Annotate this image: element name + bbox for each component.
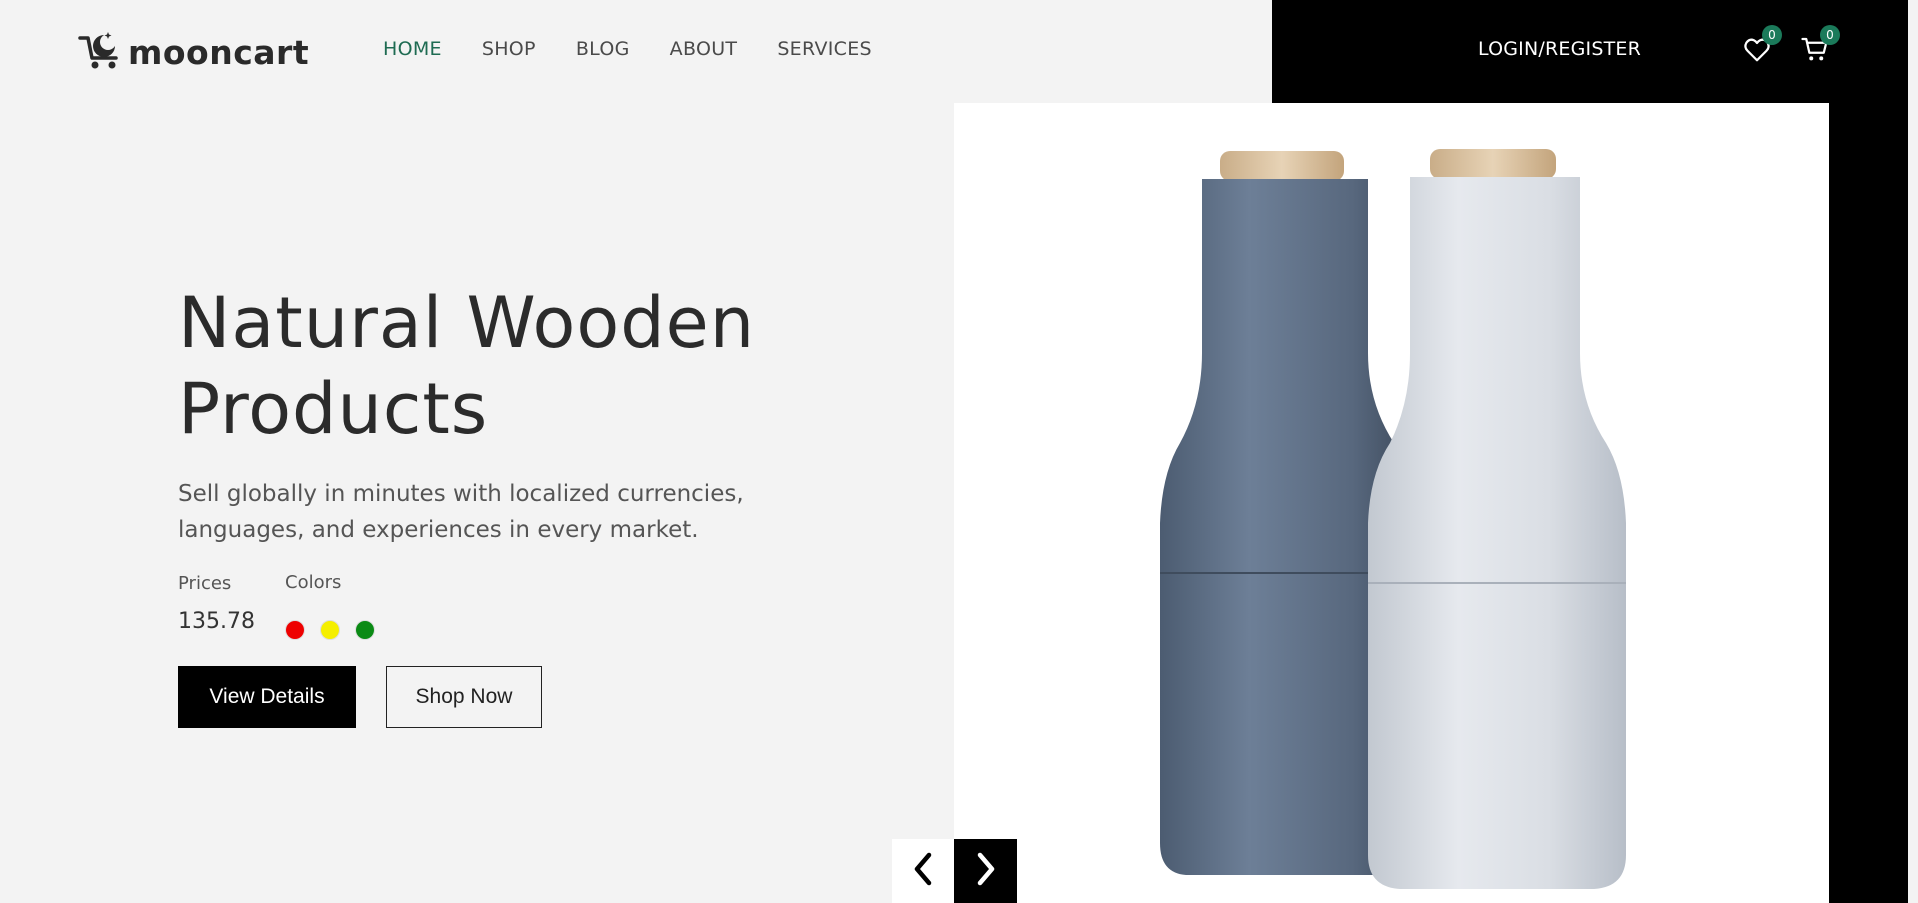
color-swatch-green[interactable] (355, 620, 375, 640)
colors-label: Colors (285, 572, 342, 593)
cart-count-badge: 0 (1820, 25, 1840, 45)
pepper-grinder-bottles-illustration (1160, 149, 1626, 889)
brand-logo[interactable]: mooncart (78, 30, 309, 74)
heart-icon (1742, 38, 1772, 68)
hero-subtitle: Sell globally in minutes with localized … (178, 481, 744, 543)
cart-moon-icon (78, 30, 124, 74)
nav-item-blog[interactable]: BLOG (576, 38, 630, 60)
brand-name: mooncart (128, 32, 310, 72)
cart-icon (1800, 37, 1830, 68)
slider-prev-button[interactable] (892, 839, 954, 903)
color-swatch-red[interactable] (285, 620, 305, 640)
nav-item-services[interactable]: SERVICES (777, 38, 872, 60)
color-swatches (285, 620, 375, 640)
nav-item-home[interactable]: HOME (383, 38, 442, 60)
main-nav: HOME SHOP BLOG ABOUT SERVICES (383, 38, 872, 60)
side-dark-strip (1829, 0, 1908, 903)
product-price: 135.78 (178, 609, 255, 634)
nav-item-shop[interactable]: SHOP (482, 38, 536, 60)
shop-now-button[interactable]: Shop Now (386, 666, 542, 728)
prices-label: Prices (178, 573, 232, 594)
cart-button[interactable]: 0 (1800, 25, 1840, 64)
edge-strip (1908, 0, 1918, 108)
login-register-link[interactable]: LOGIN/REGISTER (1478, 38, 1641, 60)
chevron-left-icon (910, 852, 936, 890)
view-details-button[interactable]: View Details (178, 666, 356, 728)
nav-item-about[interactable]: ABOUT (670, 38, 738, 60)
slider-next-button[interactable] (954, 839, 1017, 903)
hero-product-image (954, 103, 1829, 903)
page: mooncart HOME SHOP BLOG ABOUT SERVICES L… (0, 0, 1918, 903)
wishlist-count-badge: 0 (1762, 25, 1782, 45)
wishlist-button[interactable]: 0 (1742, 25, 1782, 64)
color-swatch-yellow[interactable] (320, 620, 340, 640)
hero-title: Natural Wooden Products (178, 282, 756, 450)
chevron-right-icon (973, 852, 999, 890)
